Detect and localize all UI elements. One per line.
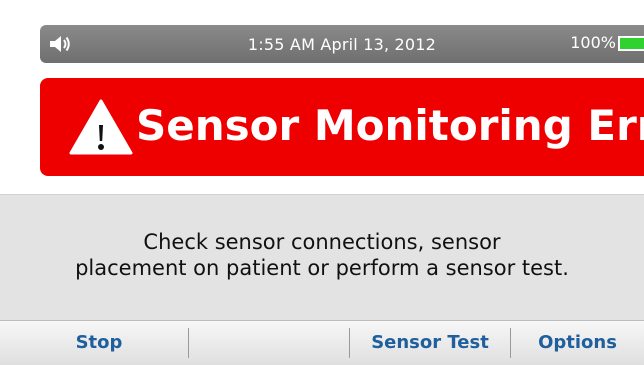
blank-softkey[interactable] (189, 321, 349, 365)
warning-icon (69, 99, 133, 155)
stop-button[interactable]: Stop (10, 321, 188, 365)
message-area: Check sensor connections, sensor placeme… (0, 194, 644, 320)
softkey-bar: Stop Sensor Test Options (0, 320, 644, 365)
status-datetime: 1:55 AM April 13, 2012 (247, 35, 437, 54)
device-screen: 1:55 AM April 13, 2012 100% Sensor Monit… (0, 0, 644, 365)
alarm-message: Check sensor connections, sensor placeme… (0, 229, 644, 281)
alarm-message-line-1: Check sensor connections, sensor (143, 230, 501, 254)
battery-percentage: 100% (570, 33, 616, 52)
battery-icon (618, 36, 644, 51)
alarm-message-line-2: placement on patient or perform a sensor… (75, 256, 569, 280)
options-button[interactable]: Options (511, 321, 644, 365)
alarm-title: Sensor Monitoring Error (136, 101, 644, 150)
sensor-test-button[interactable]: Sensor Test (350, 321, 510, 365)
status-bar: 1:55 AM April 13, 2012 100% (40, 25, 644, 63)
alarm-banner: Sensor Monitoring Error (40, 78, 644, 176)
